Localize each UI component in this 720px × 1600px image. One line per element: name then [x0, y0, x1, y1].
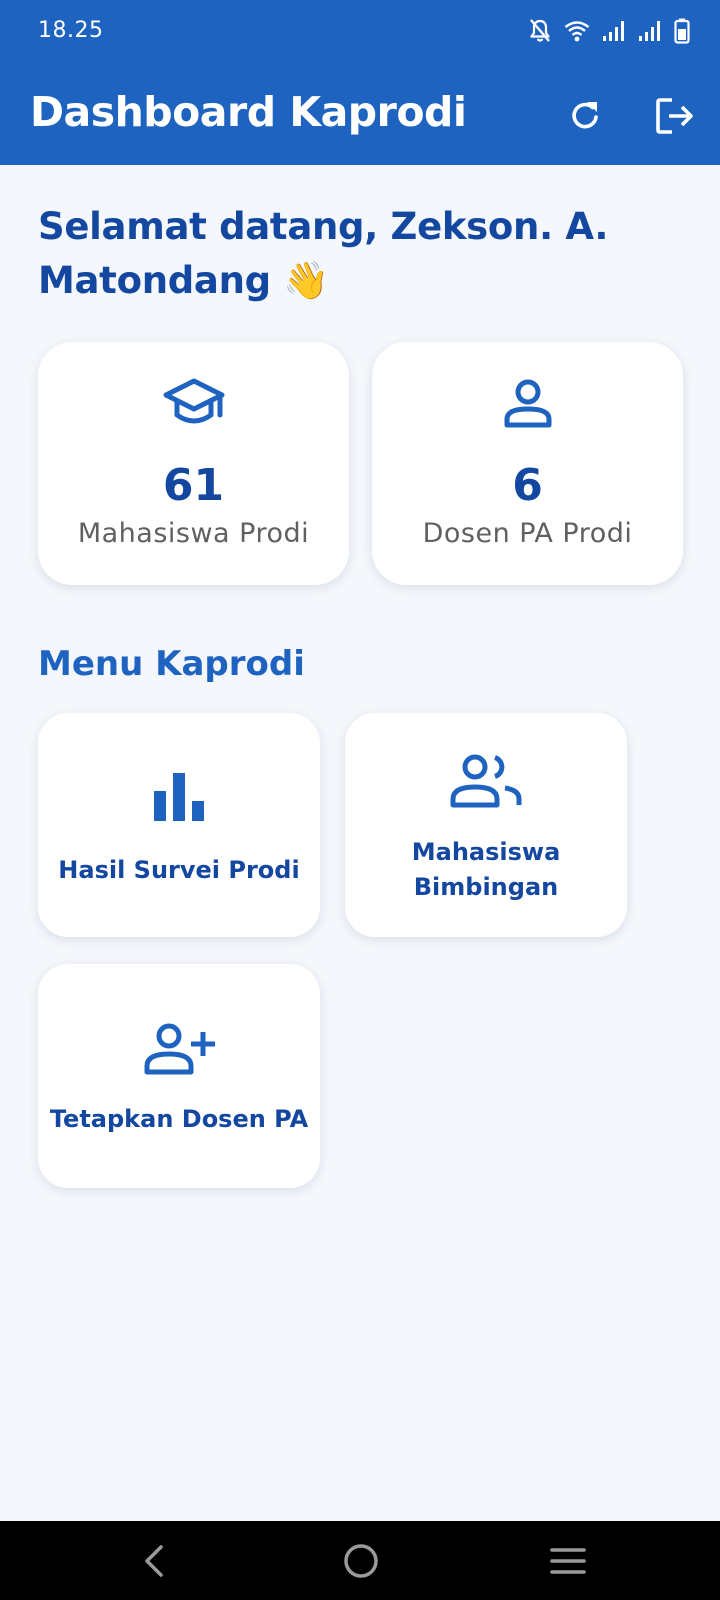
- stat-label: Dosen PA Prodi: [422, 518, 633, 549]
- person-icon: [504, 379, 551, 428]
- menu-item-mahasiswa-bimbingan[interactable]: Mahasiswa Bimbingan: [345, 713, 627, 937]
- system-nav-bar: [0, 1521, 720, 1600]
- welcome-message: Selamat datang, Zekson. A. Matondang 👋: [38, 205, 609, 302]
- status-bar: 18.25: [0, 0, 720, 62]
- top-bar: 18.25 Dashboard Kaprodi: [0, 0, 720, 165]
- stat-label: Mahasiswa Prodi: [77, 518, 310, 549]
- status-icons: [528, 14, 690, 48]
- battery-icon: [674, 18, 690, 44]
- graduation-cap-icon: [163, 378, 224, 424]
- menu-item-label: Hasil Survei Prodi: [58, 856, 300, 884]
- home-button[interactable]: [331, 1535, 391, 1587]
- refresh-icon: [572, 102, 598, 129]
- menu-icon-wrapper: [38, 1022, 320, 1076]
- menu-item-hasil-survei[interactable]: Hasil Survei Prodi: [38, 713, 320, 937]
- menu-icon-wrapper: [345, 753, 627, 809]
- status-time: 18.25: [38, 18, 104, 43]
- wifi-icon: [564, 21, 590, 42]
- back-button[interactable]: [124, 1535, 184, 1587]
- logout-button[interactable]: [645, 86, 705, 146]
- app-bar: Dashboard Kaprodi: [0, 70, 720, 160]
- person-add-icon: [144, 1023, 215, 1075]
- refresh-button[interactable]: [555, 86, 615, 146]
- group-icon: [450, 754, 522, 808]
- logout-icon: [656, 98, 693, 134]
- back-icon: [145, 1545, 163, 1577]
- section-title: Menu Kaprodi: [38, 644, 305, 684]
- stat-icon-wrapper: [38, 377, 349, 433]
- menu-item-tetapkan-dosen[interactable]: Tetapkan Dosen PA: [38, 964, 320, 1188]
- stat-value: 6: [512, 460, 543, 511]
- menu-item-label: Mahasiswa Bimbingan: [411, 838, 561, 901]
- signal-icon: [639, 21, 660, 41]
- home-icon: [344, 1544, 378, 1578]
- bar-chart-icon: [154, 773, 204, 821]
- menu-item-label: Tetapkan Dosen PA: [49, 1105, 309, 1133]
- notifications-off-icon: [530, 19, 550, 42]
- page-title: Dashboard Kaprodi: [30, 88, 467, 136]
- stat-card-dosen: 6 Dosen PA Prodi: [372, 342, 683, 585]
- stat-value: 61: [162, 460, 225, 511]
- signal-icon: [603, 21, 624, 41]
- stat-card-mahasiswa: 61 Mahasiswa Prodi: [38, 342, 349, 585]
- menu-icon: [550, 1548, 586, 1574]
- menu-icon-wrapper: [38, 771, 320, 823]
- recents-button[interactable]: [538, 1535, 598, 1587]
- stat-icon-wrapper: [372, 377, 683, 433]
